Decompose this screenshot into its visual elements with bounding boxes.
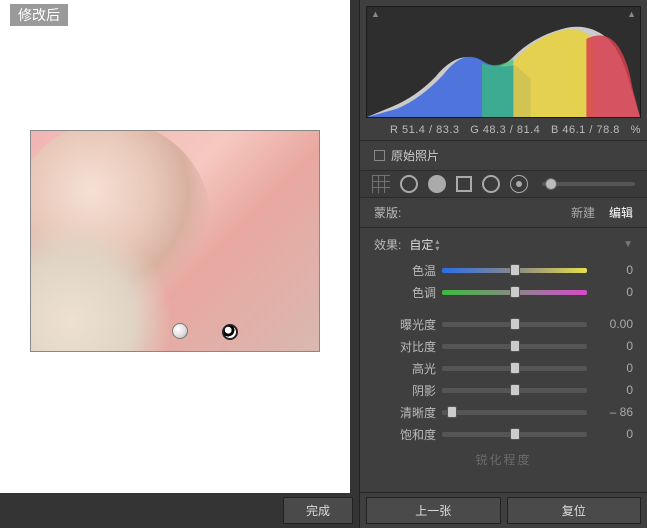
preview-pane: 修改后 完成 <box>0 0 359 528</box>
chevron-updown-icon: ▴▾ <box>435 238 439 252</box>
slider-thumb[interactable] <box>510 318 520 330</box>
reset-button[interactable]: 复位 <box>507 497 642 524</box>
readout-pct: % <box>631 124 641 136</box>
effects-label: 效果: <box>374 236 401 253</box>
radial-filled-tool-icon[interactable] <box>428 175 446 193</box>
histogram[interactable]: ▲ ▲ <box>366 6 641 118</box>
slider-shadows: 阴影 0 <box>374 379 633 401</box>
slider-value[interactable]: 0 <box>593 427 633 441</box>
slider-track[interactable] <box>442 410 587 415</box>
slider-track[interactable] <box>442 366 587 371</box>
slider-clarity: 清晰度 – 86 <box>374 401 633 423</box>
slider-track[interactable] <box>442 322 587 327</box>
slider-label: 饱和度 <box>374 426 436 443</box>
original-photo-row[interactable]: 原始照片 <box>360 140 647 170</box>
adjustment-pin[interactable] <box>172 323 188 339</box>
readout-r-label: R <box>390 124 398 136</box>
rgb-readout: R 51.4 / 83.3 G 48.3 / 81.4 B 46.1 / 78.… <box>360 120 647 140</box>
local-tools-row <box>360 170 647 198</box>
slider-label: 高光 <box>374 360 436 377</box>
slider-thumb[interactable] <box>510 340 520 352</box>
mask-edit-link[interactable]: 编辑 <box>609 204 633 221</box>
slider-track[interactable] <box>442 290 587 295</box>
slider-label: 阴影 <box>374 382 436 399</box>
cutoff-label: 锐化程度 <box>374 451 633 468</box>
slider-highlights: 高光 0 <box>374 357 633 379</box>
slider-track[interactable] <box>442 268 587 273</box>
slider-label: 清晰度 <box>374 404 436 421</box>
slider-value[interactable]: 0 <box>593 263 633 277</box>
slider-value[interactable]: 0 <box>593 285 633 299</box>
mask-new-link[interactable]: 新建 <box>571 204 595 221</box>
photo-preview[interactable] <box>30 130 320 352</box>
square-tool-icon[interactable] <box>456 176 472 192</box>
slider-thumb[interactable] <box>447 406 457 418</box>
preview-footer: 完成 <box>0 493 359 528</box>
readout-b-label: B <box>551 124 559 136</box>
readout-b-value: 46.1 / 78.8 <box>562 124 620 136</box>
preview-canvas: 修改后 <box>0 0 350 493</box>
slider-value[interactable]: 0 <box>593 339 633 353</box>
slider-thumb[interactable] <box>510 362 520 374</box>
slider-track[interactable] <box>442 344 587 349</box>
sliders-group: 色温 0 色调 0 曝光度 0.00 <box>374 259 633 468</box>
range-mask-tool-icon[interactable] <box>510 175 528 193</box>
slider-contrast: 对比度 0 <box>374 335 633 357</box>
radial-tool-icon[interactable] <box>400 175 418 193</box>
slider-value[interactable]: 0 <box>593 383 633 397</box>
readout-g-value: 48.3 / 81.4 <box>483 124 541 136</box>
slider-label: 色调 <box>374 284 436 301</box>
adjustment-pin-selected[interactable] <box>222 324 238 340</box>
slider-track[interactable] <box>442 388 587 393</box>
prev-button[interactable]: 上一张 <box>366 497 501 524</box>
mask-row: 蒙版: 新建 编辑 <box>360 198 647 228</box>
brush-tool-icon[interactable] <box>482 175 500 193</box>
slider-track[interactable] <box>442 432 587 437</box>
original-photo-label: 原始照片 <box>391 147 439 164</box>
done-button[interactable]: 完成 <box>283 497 353 524</box>
disclose-icon[interactable]: ▼ <box>623 239 633 250</box>
panel-footer: 上一张 复位 <box>360 492 647 528</box>
slider-thumb[interactable] <box>510 286 520 298</box>
effects-preset-value: 自定 <box>409 236 433 253</box>
slider-value[interactable]: – 86 <box>593 405 633 419</box>
slider-value[interactable]: 0 <box>593 361 633 375</box>
original-photo-checkbox[interactable] <box>374 150 385 161</box>
preview-title-badge: 修改后 <box>10 4 68 26</box>
develop-panel: ▲ ▲ R 51.4 / 83.3 G 48.3 / 81.4 B 46.1 /… <box>359 0 647 528</box>
slider-temp: 色温 0 <box>374 259 633 281</box>
mask-label: 蒙版: <box>374 204 401 221</box>
tool-size-slider[interactable] <box>542 182 635 186</box>
slider-label: 对比度 <box>374 338 436 355</box>
slider-exposure: 曝光度 0.00 <box>374 313 633 335</box>
readout-r-value: 51.4 / 83.3 <box>402 124 460 136</box>
slider-thumb[interactable] <box>510 264 520 276</box>
gradient-tool-icon[interactable] <box>372 175 390 193</box>
slider-thumb[interactable] <box>510 428 520 440</box>
slider-label: 曝光度 <box>374 316 436 333</box>
readout-g-label: G <box>470 124 479 136</box>
slider-thumb[interactable] <box>510 384 520 396</box>
slider-saturation: 饱和度 0 <box>374 423 633 445</box>
adjustments-scroll[interactable]: 效果: 自定 ▴▾ ▼ 色温 0 色调 0 <box>360 228 647 492</box>
effects-preset-dropdown[interactable]: 自定 ▴▾ <box>409 236 439 253</box>
slider-label: 色温 <box>374 262 436 279</box>
histogram-graph <box>367 7 640 117</box>
slider-value[interactable]: 0.00 <box>593 317 633 331</box>
slider-tint: 色调 0 <box>374 281 633 303</box>
effects-section-head: 效果: 自定 ▴▾ ▼ <box>374 236 633 253</box>
